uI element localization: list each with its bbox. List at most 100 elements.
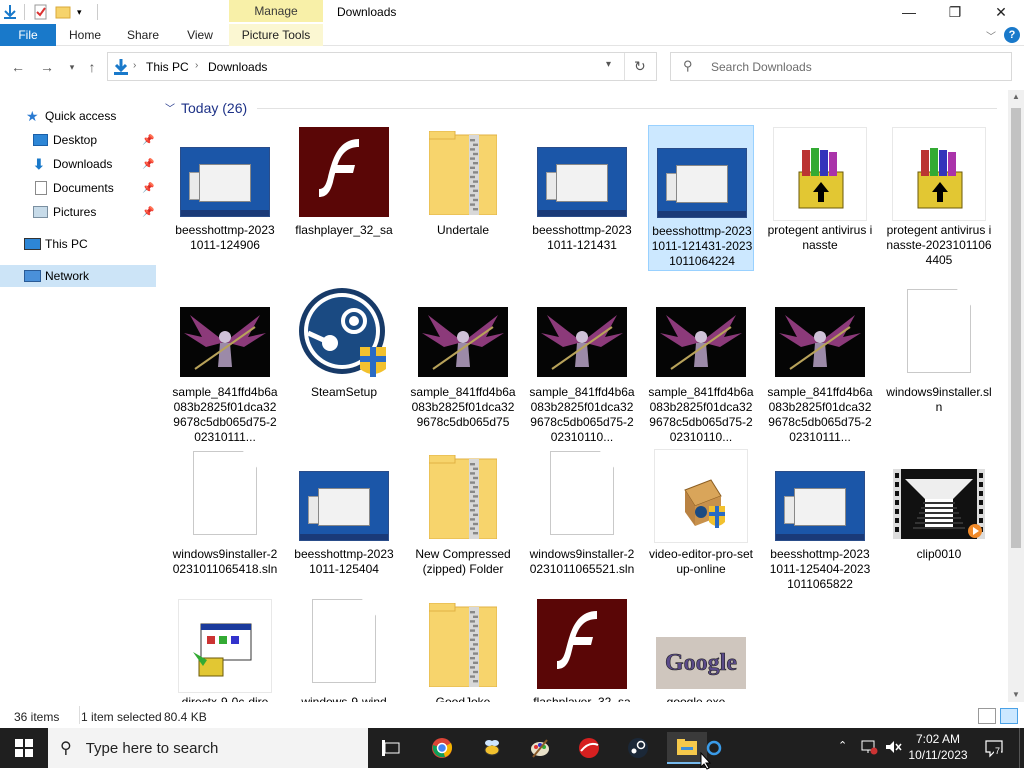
file-item[interactable]: beesshottmp-20231011-124906 [172, 125, 278, 271]
properties-icon[interactable] [33, 4, 49, 20]
show-hidden-icons-icon[interactable]: ⌃ [838, 739, 847, 752]
file-item[interactable]: beesshottmp-20231011-125404-202310110658… [767, 449, 873, 595]
vertical-scrollbar[interactable]: ▲ ▼ [1008, 90, 1024, 702]
pin-icon[interactable]: 📌 [142, 207, 154, 218]
file-item[interactable]: beesshottmp-20231011-121431-202310110642… [648, 125, 754, 271]
tab-view[interactable]: View [180, 24, 220, 46]
save-download-icon[interactable] [2, 4, 18, 20]
search-icon: ⚲ [683, 58, 693, 73]
group-divider [257, 108, 997, 109]
scroll-down-icon[interactable]: ▼ [1012, 690, 1020, 699]
maximize-button[interactable]: ❐ [932, 0, 978, 24]
file-item[interactable]: Google google.exe... [648, 597, 754, 702]
file-item[interactable]: windows9installer-20231011065418.sln [172, 449, 278, 595]
file-name: windows9installer-20231011065521.sln [529, 547, 635, 576]
file-item[interactable]: windows9installer-20231011065521.sln [529, 449, 635, 595]
file-item[interactable]: windows-9-wind [291, 597, 397, 702]
volume-muted-icon[interactable] [884, 739, 902, 758]
file-name: sample_841ffd4b6a083b2825f01dca329678c5d… [410, 385, 516, 429]
file-item[interactable]: sample_841ffd4b6a083b2825f01dca329678c5d… [648, 287, 754, 444]
file-item[interactable]: flashplayer_32_sa [529, 597, 635, 702]
taskbar-search-box[interactable]: ⚲ Type here to search [48, 728, 368, 768]
file-item[interactable]: video-editor-pro-setup-online [648, 449, 754, 595]
file-item[interactable]: beesshottmp-20231011-125404 [291, 449, 397, 595]
group-collapse-icon[interactable]: ﹀ [165, 100, 175, 115]
group-header[interactable]: Today (26) [181, 100, 247, 116]
file-item[interactable]: Undertale [410, 125, 516, 271]
steam-taskbar-button[interactable] [618, 732, 658, 764]
minimize-icon: — [902, 4, 916, 20]
red-sphere-icon [579, 738, 599, 758]
back-button[interactable]: ← [8, 58, 28, 76]
address-history-chevron-icon[interactable]: ▾ [606, 59, 611, 70]
sidebar-item-desktop[interactable]: Desktop 📌 [0, 129, 156, 151]
sidebar-item-this-pc[interactable]: This PC [0, 233, 156, 255]
start-button[interactable] [0, 728, 48, 768]
scrollbar-thumb[interactable] [1011, 108, 1021, 548]
file-item[interactable]: sample_841ffd4b6a083b2825f01dca329678c5d… [172, 287, 278, 444]
system-clock[interactable]: 7:02 AM 10/11/2023 [903, 731, 973, 763]
tab-file[interactable]: File [0, 24, 56, 46]
action-center-button[interactable]: 7 [984, 738, 1004, 758]
documents-icon [35, 181, 47, 195]
sidebar-item-downloads[interactable]: ⬇ Downloads 📌 [0, 153, 156, 175]
address-box[interactable]: › This PC › Downloads ▾ ↻ [107, 52, 657, 81]
forward-button[interactable]: → [37, 58, 57, 76]
file-name: windows9installer-20231011065418.sln [172, 547, 278, 576]
bee-app-taskbar-button[interactable] [472, 732, 512, 764]
minimize-button[interactable]: — [886, 0, 932, 24]
file-name: sample_841ffd4b6a083b2825f01dca329678c5d… [529, 385, 635, 444]
svg-text:Google: Google [665, 650, 737, 676]
file-item[interactable]: protegent antivirus inasste-202310110644… [886, 125, 992, 271]
file-item[interactable]: SteamSetup [291, 287, 397, 433]
file-item[interactable]: flashplayer_32_sa [291, 125, 397, 271]
recent-locations-button[interactable]: ▾ [62, 58, 82, 76]
paint-taskbar-button[interactable] [520, 732, 560, 764]
details-view-icon[interactable] [978, 708, 996, 724]
file-item[interactable]: New Compressed (zipped) Folder [410, 449, 516, 595]
pin-icon[interactable]: 📌 [142, 159, 154, 170]
show-desktop-button[interactable] [1019, 728, 1024, 768]
customize-qat-icon[interactable]: ▾ [77, 4, 89, 20]
help-icon[interactable]: ? [1004, 27, 1020, 43]
directx-thumbnail-icon [172, 597, 278, 693]
new-folder-icon[interactable] [55, 4, 71, 20]
breadcrumb-downloads[interactable]: Downloads [208, 60, 267, 74]
sidebar-item-quick-access[interactable]: ★ Quick access [0, 105, 156, 127]
desktop-icon [33, 134, 48, 146]
tab-home[interactable]: Home [62, 24, 108, 46]
sidebar-item-documents[interactable]: Documents 📌 [0, 177, 156, 199]
file-item[interactable]: GoodJoke [410, 597, 516, 702]
network-status-icon[interactable] [860, 739, 878, 758]
up-button[interactable]: ↑ [82, 58, 102, 76]
file-item[interactable]: beesshottmp-20231011-121431 [529, 125, 635, 271]
search-input[interactable]: ⚲ Search Downloads [670, 52, 1012, 81]
tab-share[interactable]: Share [122, 24, 164, 46]
task-view-button[interactable] [372, 732, 412, 764]
breadcrumb-separator-icon: › [133, 60, 137, 71]
pin-icon[interactable]: 📌 [142, 183, 154, 194]
file-item[interactable]: sample_841ffd4b6a083b2825f01dca329678c5d… [529, 287, 635, 444]
close-button[interactable]: ✕ [978, 0, 1024, 24]
file-item[interactable]: clip0010 [886, 449, 992, 595]
sidebar-item-pictures[interactable]: Pictures 📌 [0, 201, 156, 223]
file-item[interactable]: protegent antivirus inasste [767, 125, 873, 271]
close-icon: ✕ [995, 3, 1007, 20]
refresh-icon[interactable]: ↻ [634, 58, 646, 75]
file-item[interactable]: directx-9-0c-dire [172, 597, 278, 702]
ribbon-expand-icon[interactable]: ﹀ [986, 28, 996, 43]
file-name: sample_841ffd4b6a083b2825f01dca329678c5d… [172, 385, 278, 444]
flash-thumbnail-icon [529, 597, 635, 693]
file-item[interactable]: windows9installer.sln [886, 287, 992, 433]
file-item[interactable]: sample_841ffd4b6a083b2825f01dca329678c5d… [767, 287, 873, 444]
sidebar-item-network[interactable]: Network [0, 265, 156, 287]
large-icons-view-icon[interactable] [1000, 708, 1018, 724]
pin-icon[interactable]: 📌 [142, 135, 154, 146]
tab-picture-tools[interactable]: Picture Tools [229, 24, 323, 46]
red-app-taskbar-button[interactable] [569, 732, 609, 764]
file-name: video-editor-pro-setup-online [648, 547, 754, 576]
scroll-up-icon[interactable]: ▲ [1012, 92, 1020, 101]
file-item[interactable]: sample_841ffd4b6a083b2825f01dca329678c5d… [410, 287, 516, 433]
chrome-taskbar-button[interactable] [422, 732, 462, 764]
breadcrumb-this-pc[interactable]: This PC [146, 60, 189, 74]
